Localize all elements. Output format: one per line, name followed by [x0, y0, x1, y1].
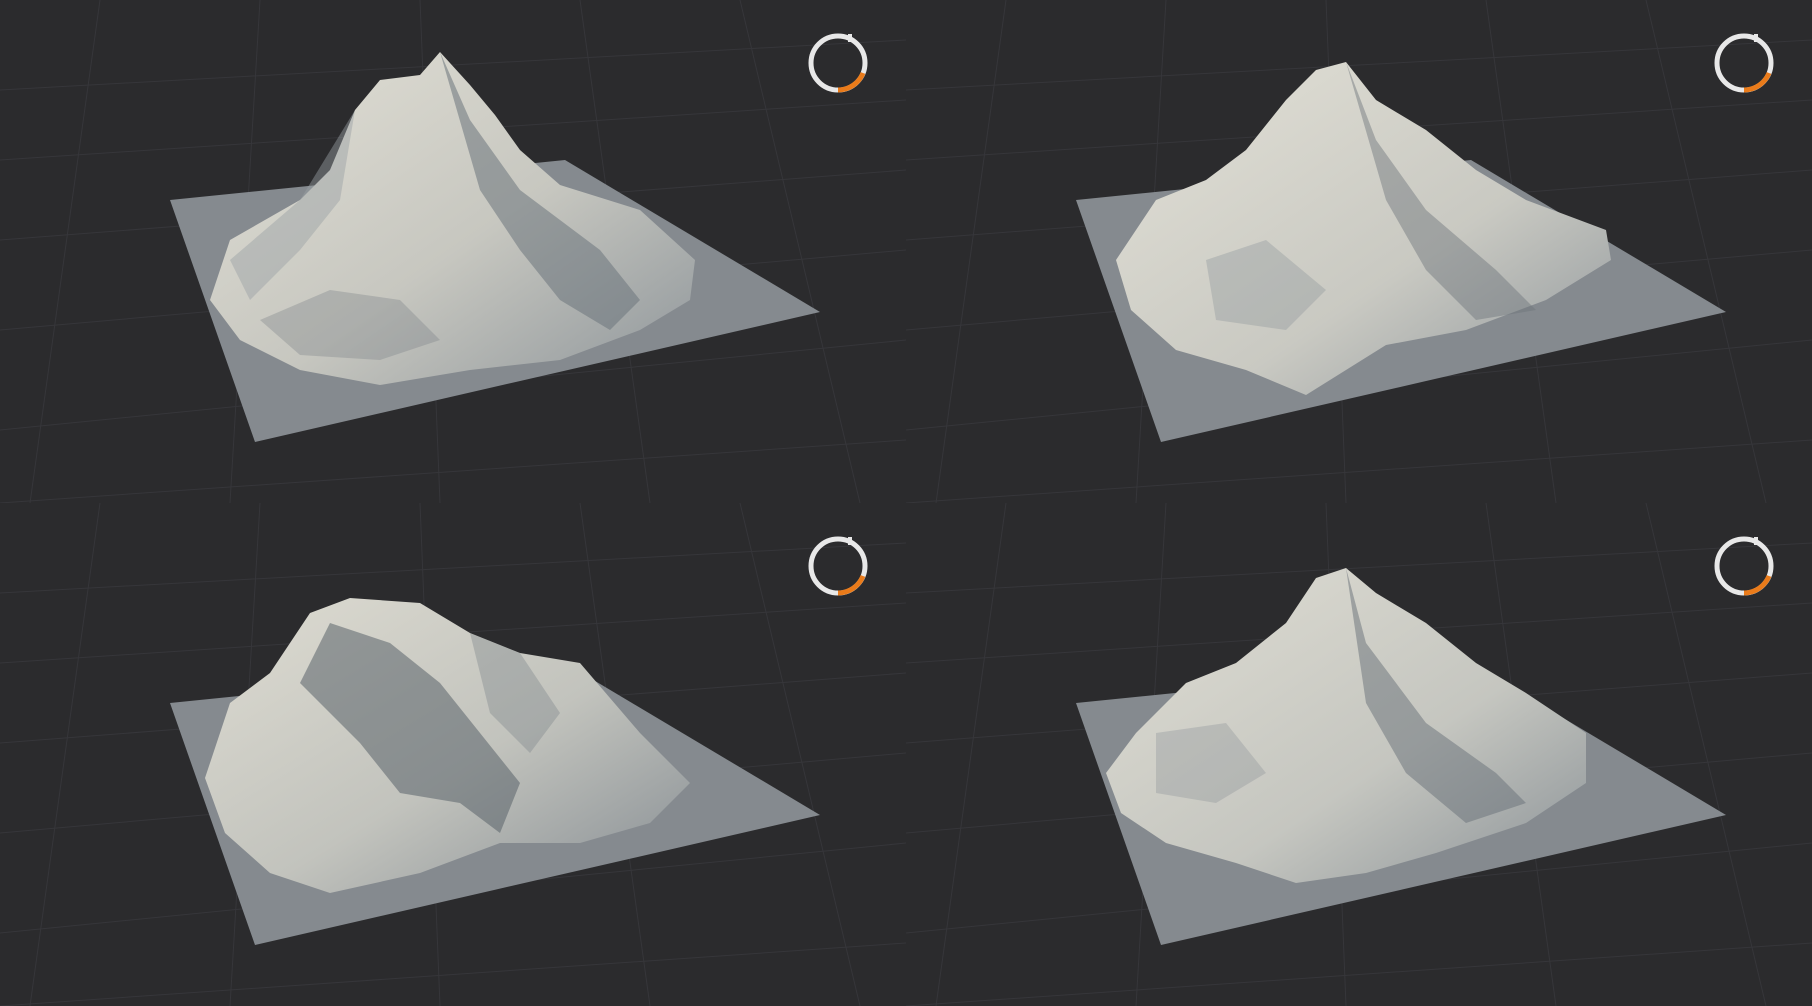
orientation-gizmo-icon [1714, 33, 1774, 93]
viewport-bottom-right[interactable] [906, 503, 1812, 1006]
viewport-top-left[interactable] [0, 0, 906, 503]
orientation-gizmo-icon [808, 33, 868, 93]
viewport-top-right[interactable] [906, 0, 1812, 503]
viewport-bottom-left[interactable] [0, 503, 906, 1006]
terrain-scene [906, 503, 1812, 1006]
orientation-gizmo-icon [808, 536, 868, 596]
viewport-grid [0, 0, 1812, 1006]
terrain-scene [0, 503, 906, 1006]
terrain-scene [0, 0, 906, 503]
orientation-gizmo[interactable] [1709, 531, 1779, 601]
orientation-gizmo-icon [1714, 536, 1774, 596]
orientation-gizmo[interactable] [803, 28, 873, 98]
orientation-gizmo[interactable] [1709, 28, 1779, 98]
terrain-scene [906, 0, 1812, 503]
orientation-gizmo[interactable] [803, 531, 873, 601]
